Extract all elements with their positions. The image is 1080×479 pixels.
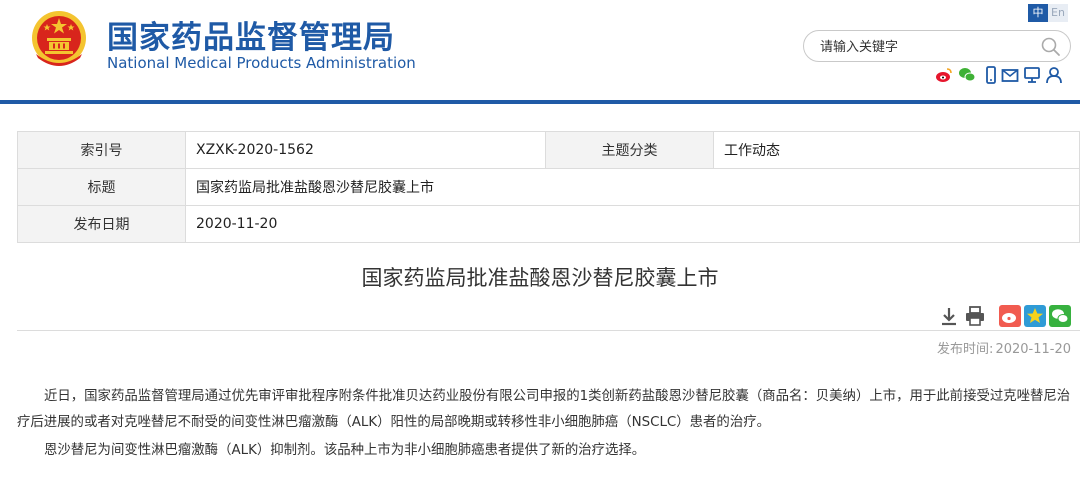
national-emblem-logo[interactable] [30, 8, 88, 70]
category-value: 工作动态 [713, 131, 1080, 169]
article-divider [17, 330, 1080, 331]
weibo-share-icon[interactable] [999, 305, 1021, 327]
message-icon[interactable] [1023, 66, 1041, 84]
article-paragraph: 近日，国家药品监督管理局通过优先审评审批程序附条件批准贝达药业股份有限公司申报的… [17, 389, 1071, 430]
mobile-icon[interactable] [982, 66, 1000, 84]
site-name-cn[interactable]: 国家药品监督管理局 [107, 12, 395, 57]
print-icon[interactable] [964, 305, 986, 327]
weibo-icon[interactable] [935, 66, 953, 84]
user-icon[interactable] [1045, 66, 1063, 84]
lang-zh-button[interactable]: 中 [1028, 4, 1048, 22]
publish-time: 发布时间: 2020-11-20 [935, 338, 1071, 357]
title-label: 标题 [17, 168, 186, 206]
date-value: 2020-11-20 [185, 205, 1080, 243]
qzone-share-icon[interactable] [1024, 305, 1046, 327]
category-label: 主题分类 [545, 131, 714, 169]
metadata-table: 索引号 XZXK-2020-1562 主题分类 工作动态 标题 国家药监局批准盐… [17, 131, 1080, 243]
wechat-share-icon[interactable] [1049, 305, 1071, 327]
wechat-icon[interactable] [958, 66, 976, 84]
lang-en-button[interactable]: En [1048, 4, 1068, 22]
index-value: XZXK-2020-1562 [185, 131, 546, 169]
table-row: 索引号 XZXK-2020-1562 主题分类 工作动态 [17, 131, 1080, 169]
header-divider [0, 100, 1080, 104]
article-title: 国家药监局批准盐酸恩沙替尼胶囊上市 [361, 266, 719, 290]
publish-time-value: 2020-11-20 [995, 342, 1071, 357]
table-row: 发布日期 2020-11-20 [17, 205, 1080, 243]
search-icon[interactable] [1040, 36, 1062, 58]
article-paragraph: 恩沙替尼为间变性淋巴瘤激酶（ALK）抑制剂。该品种上市为非小细胞肺癌患者提供了新… [44, 443, 646, 458]
site-name-en[interactable]: National Medical Products Administration [107, 54, 416, 72]
table-row: 标题 国家药监局批准盐酸恩沙替尼胶囊上市 [17, 168, 1080, 206]
site-header: 国家药品监督管理局 National Medical Products Admi… [0, 0, 1080, 100]
search-input[interactable] [820, 37, 1030, 57]
search-box [803, 30, 1071, 62]
publish-time-label: 发布时间: [937, 342, 994, 357]
index-label: 索引号 [17, 131, 186, 169]
download-icon[interactable] [938, 305, 960, 327]
title-value: 国家药监局批准盐酸恩沙替尼胶囊上市 [185, 168, 1080, 206]
date-label: 发布日期 [17, 205, 186, 243]
mail-icon[interactable] [1001, 66, 1019, 84]
